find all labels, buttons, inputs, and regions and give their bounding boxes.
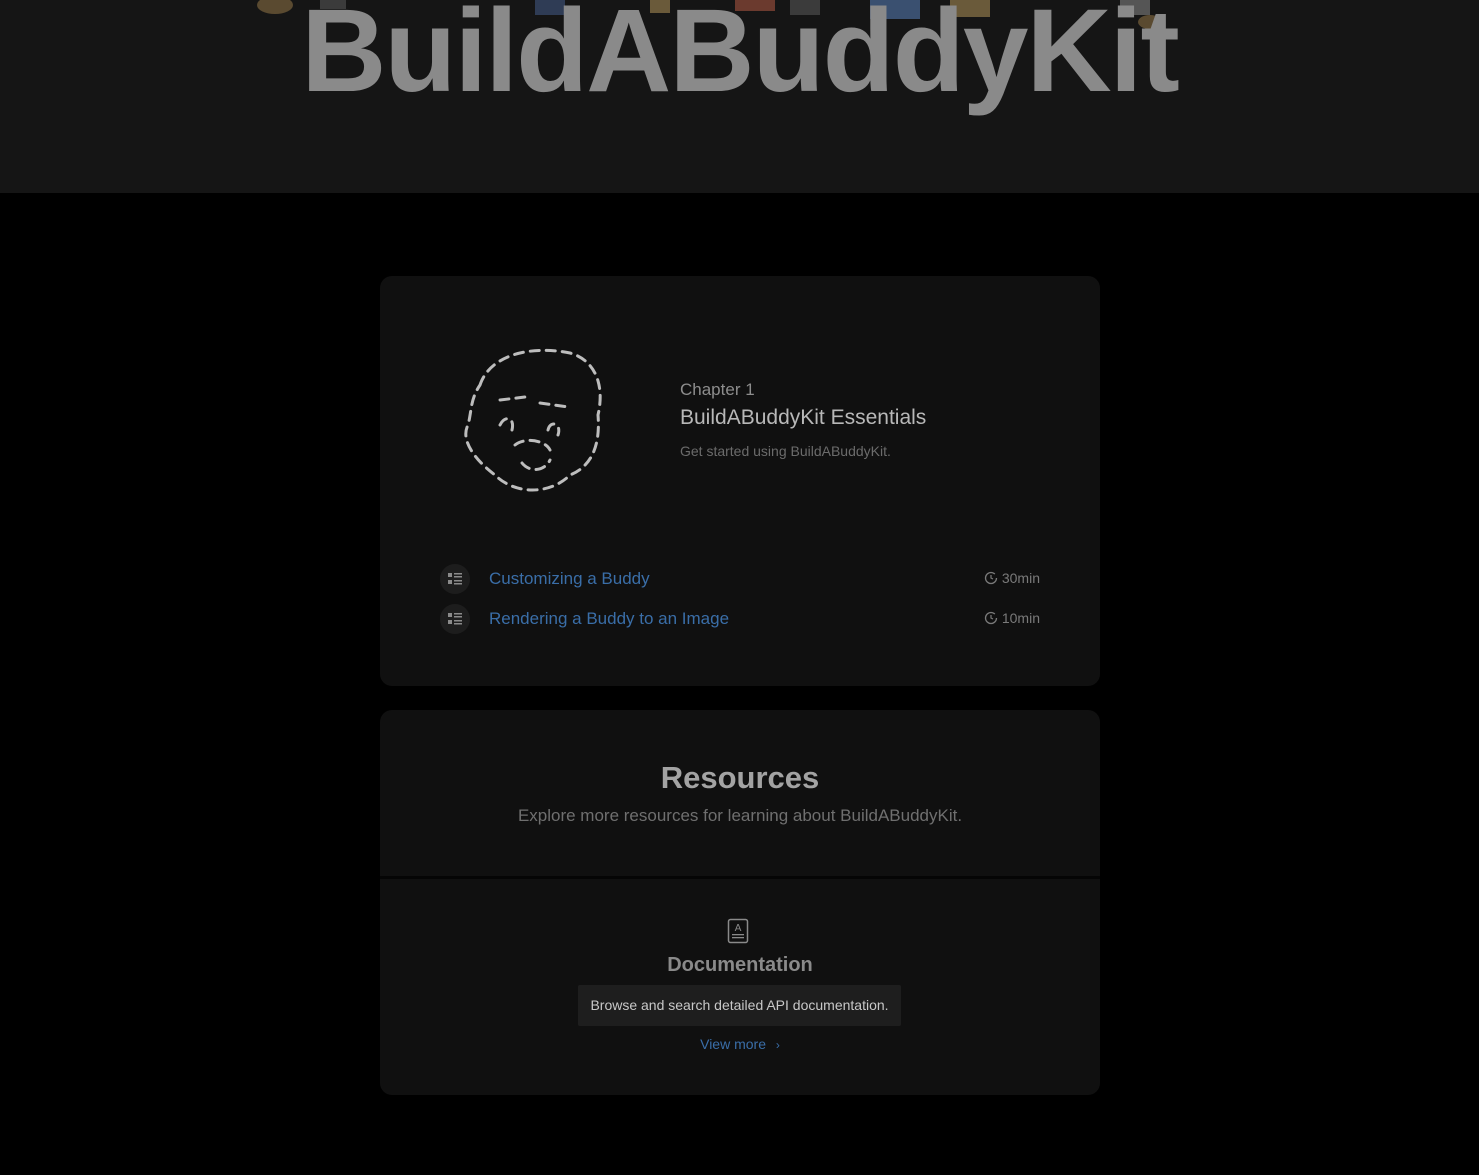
documentation-title: Documentation <box>667 954 813 976</box>
tutorial-row: Customizing a Buddy 30min <box>440 564 1040 596</box>
resources-divider <box>380 876 1100 879</box>
resources-subtitle: Explore more resources for learning abou… <box>517 806 963 825</box>
tutorial-duration-text: 10min <box>1001 610 1040 626</box>
clock-icon <box>984 571 998 585</box>
list-icon <box>440 604 470 634</box>
view-more-link[interactable]: View more › <box>380 1036 1100 1052</box>
tutorial-duration-text: 30min <box>1001 570 1040 586</box>
svg-text:A: A <box>735 923 742 934</box>
hero-title: BuildABuddyKit <box>301 0 1180 117</box>
tutorial-duration: 30min <box>984 570 1040 586</box>
buddy-outline-illustration <box>464 348 602 492</box>
chapter-eyebrow: Chapter 1 <box>680 380 755 399</box>
chapter-description: Get started using BuildABuddyKit. <box>680 443 891 459</box>
list-icon <box>440 564 470 594</box>
tutorial-duration: 10min <box>984 610 1040 626</box>
tutorial-row: Rendering a Buddy to an Image 10min <box>440 604 1040 636</box>
view-more-label: View more <box>700 1036 766 1052</box>
tutorial-link-rendering-a-buddy[interactable]: Rendering a Buddy to an Image <box>489 609 729 629</box>
clock-icon <box>984 611 998 625</box>
tutorial-link-customizing-a-buddy[interactable]: Customizing a Buddy <box>489 569 650 589</box>
documentation-icon: A <box>727 918 749 944</box>
resources-title: Resources <box>660 760 820 795</box>
chapter-title: BuildABuddyKit Essentials <box>680 406 927 429</box>
documentation-tooltip: Browse and search detailed API documenta… <box>578 985 901 1026</box>
hero-banner: BuildABuddyKit <box>0 0 1479 193</box>
chevron-right-icon: › <box>775 1038 780 1052</box>
